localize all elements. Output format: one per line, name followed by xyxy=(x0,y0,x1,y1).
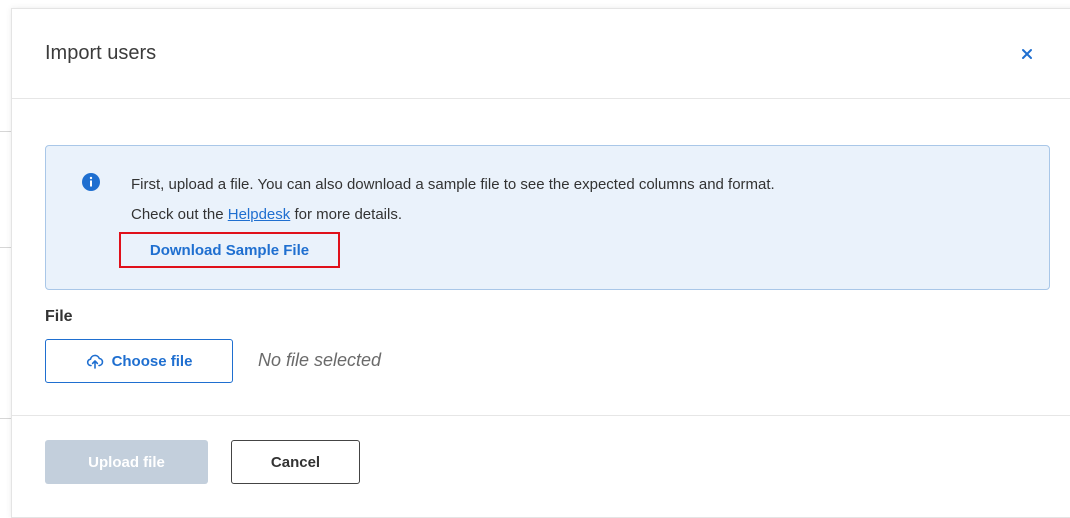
upload-file-button[interactable]: Upload file xyxy=(45,440,208,484)
choose-file-button[interactable]: Choose file xyxy=(45,339,233,383)
info-text-prefix: Check out the xyxy=(131,206,228,223)
info-helpdesk-text: Check out the Helpdesk for more details. xyxy=(131,206,402,223)
dialog-footer-divider xyxy=(12,415,1070,416)
info-banner: First, upload a file. You can also downl… xyxy=(45,145,1050,290)
cloud-upload-icon xyxy=(86,354,103,369)
info-text-suffix: for more details. xyxy=(290,206,402,223)
dialog-title: Import users xyxy=(45,42,157,64)
download-sample-file-label: Download Sample File xyxy=(149,241,310,259)
file-status-text: No file selected xyxy=(258,350,382,370)
close-icon[interactable] xyxy=(1018,45,1036,63)
upload-file-label: Upload file xyxy=(88,453,165,471)
choose-file-label: Choose file xyxy=(111,352,193,370)
info-icon xyxy=(82,173,100,191)
cancel-label: Cancel xyxy=(270,453,321,471)
download-sample-file-button[interactable]: Download Sample File xyxy=(119,232,340,268)
info-text: First, upload a file. You can also downl… xyxy=(131,176,775,193)
cancel-button[interactable]: Cancel xyxy=(231,440,360,484)
helpdesk-link[interactable]: Helpdesk xyxy=(228,206,291,223)
dialog-header: Import users xyxy=(12,9,1070,99)
import-users-dialog: Import users First, upload a file. You c… xyxy=(11,8,1070,518)
file-field-label: File xyxy=(45,308,73,325)
